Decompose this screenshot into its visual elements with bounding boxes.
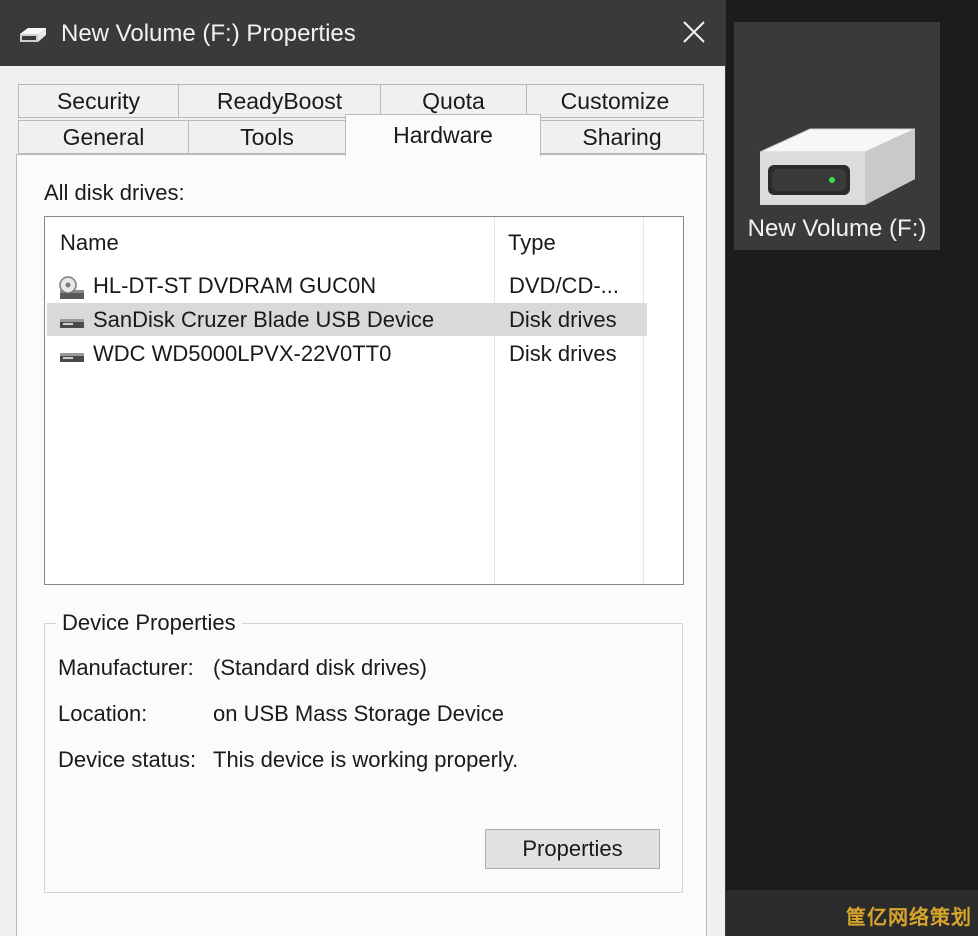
device-status-value: This device is working properly. <box>213 747 519 772</box>
tab-general[interactable]: General <box>18 120 189 154</box>
tab-readyboost[interactable]: ReadyBoost <box>178 84 381 118</box>
drive-type: Disk drives <box>509 341 617 366</box>
disk-drive-icon <box>60 353 84 362</box>
drive-icon <box>20 28 46 42</box>
drive-name: WDC WD5000LPVX-22V0TT0 <box>93 341 392 366</box>
tab-customize[interactable]: Customize <box>526 84 704 118</box>
location-value: on USB Mass Storage Device <box>213 701 505 726</box>
manufacturer-label: Manufacturer: <box>58 655 194 680</box>
drive-type: DVD/CD-... <box>509 273 619 298</box>
column-header-name[interactable]: Name <box>60 230 119 256</box>
drive-type: Disk drives <box>509 307 617 332</box>
location-label: Location: <box>58 701 148 726</box>
column-header-type[interactable]: Type <box>508 230 556 256</box>
drive-led <box>829 177 835 183</box>
properties-dialog: New Volume (F:) Properties Security Read… <box>0 0 726 936</box>
disk-drive-list[interactable]: Name Type HL-DT-ST DVDRAM GUC0N DVD/CD-.… <box>44 216 684 585</box>
desktop-icon-label: New Volume (F:) <box>747 215 927 242</box>
disk-list-label: All disk drives: <box>44 180 185 205</box>
watermark: 筐亿网络策划 <box>846 907 972 929</box>
tab-tools[interactable]: Tools <box>188 120 346 154</box>
window-title: New Volume (F:) Properties <box>61 20 356 47</box>
close-icon <box>683 21 705 43</box>
device-status-label: Device status: <box>58 747 197 772</box>
title-bar[interactable]: New Volume (F:) Properties <box>0 0 725 66</box>
bottom-strip: 筐亿网络策划 <box>725 890 978 936</box>
disk-drive-icon <box>60 319 84 328</box>
device-properties-title: Device Properties <box>56 610 242 636</box>
optical-drive-icon <box>59 276 84 299</box>
tab-hardware[interactable]: Hardware <box>345 114 541 156</box>
drive-name: SanDisk Cruzer Blade USB Device <box>93 307 435 332</box>
properties-button[interactable]: Properties <box>485 829 660 869</box>
list-item[interactable]: WDC WD5000LPVX-22V0TT0 Disk drives <box>47 337 647 370</box>
list-item[interactable]: HL-DT-ST DVDRAM GUC0N DVD/CD-... <box>47 269 647 302</box>
drive-name: HL-DT-ST DVDRAM GUC0N <box>93 273 377 298</box>
tab-sharing[interactable]: Sharing <box>540 120 704 154</box>
tab-quota[interactable]: Quota <box>380 84 527 118</box>
tab-security[interactable]: Security <box>18 84 179 118</box>
close-button[interactable] <box>663 0 725 64</box>
list-item-selected[interactable]: SanDisk Cruzer Blade USB Device Disk dri… <box>47 303 647 336</box>
drive-icon <box>759 128 916 205</box>
desktop-drive-shortcut[interactable]: New Volume (F:) <box>734 22 940 250</box>
manufacturer-value: (Standard disk drives) <box>213 655 427 680</box>
